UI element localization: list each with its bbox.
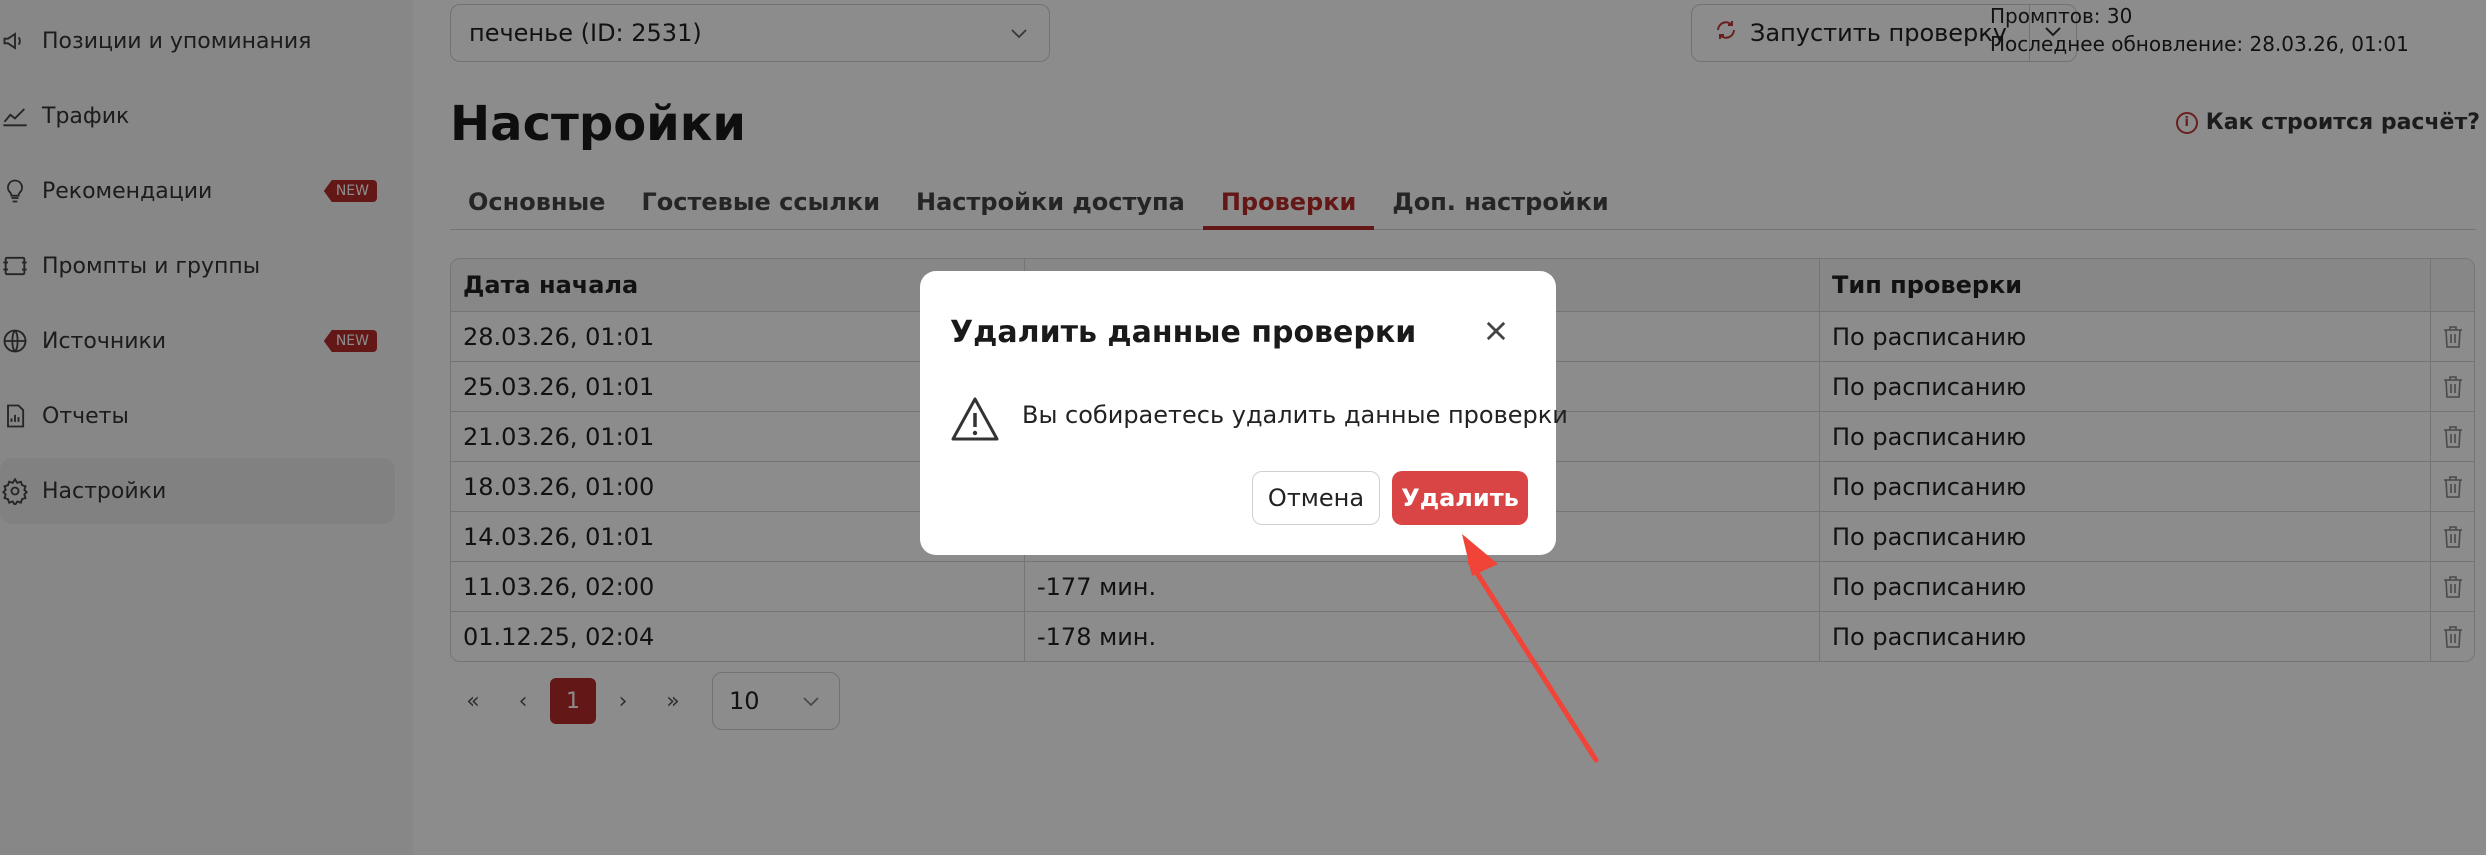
cancel-button[interactable]: Отмена bbox=[1252, 471, 1380, 525]
dialog-message: Вы собираетесь удалить данные проверки bbox=[1022, 401, 1568, 429]
warning-icon bbox=[950, 395, 1000, 443]
delete-button[interactable]: Удалить bbox=[1392, 471, 1528, 525]
annotation-arrow-icon bbox=[1462, 534, 1599, 763]
delete-check-dialog: Удалить данные проверки Вы собираетесь у… bbox=[920, 271, 1568, 555]
dialog-title: Удалить данные проверки bbox=[950, 315, 1417, 350]
close-icon[interactable] bbox=[1482, 317, 1510, 345]
